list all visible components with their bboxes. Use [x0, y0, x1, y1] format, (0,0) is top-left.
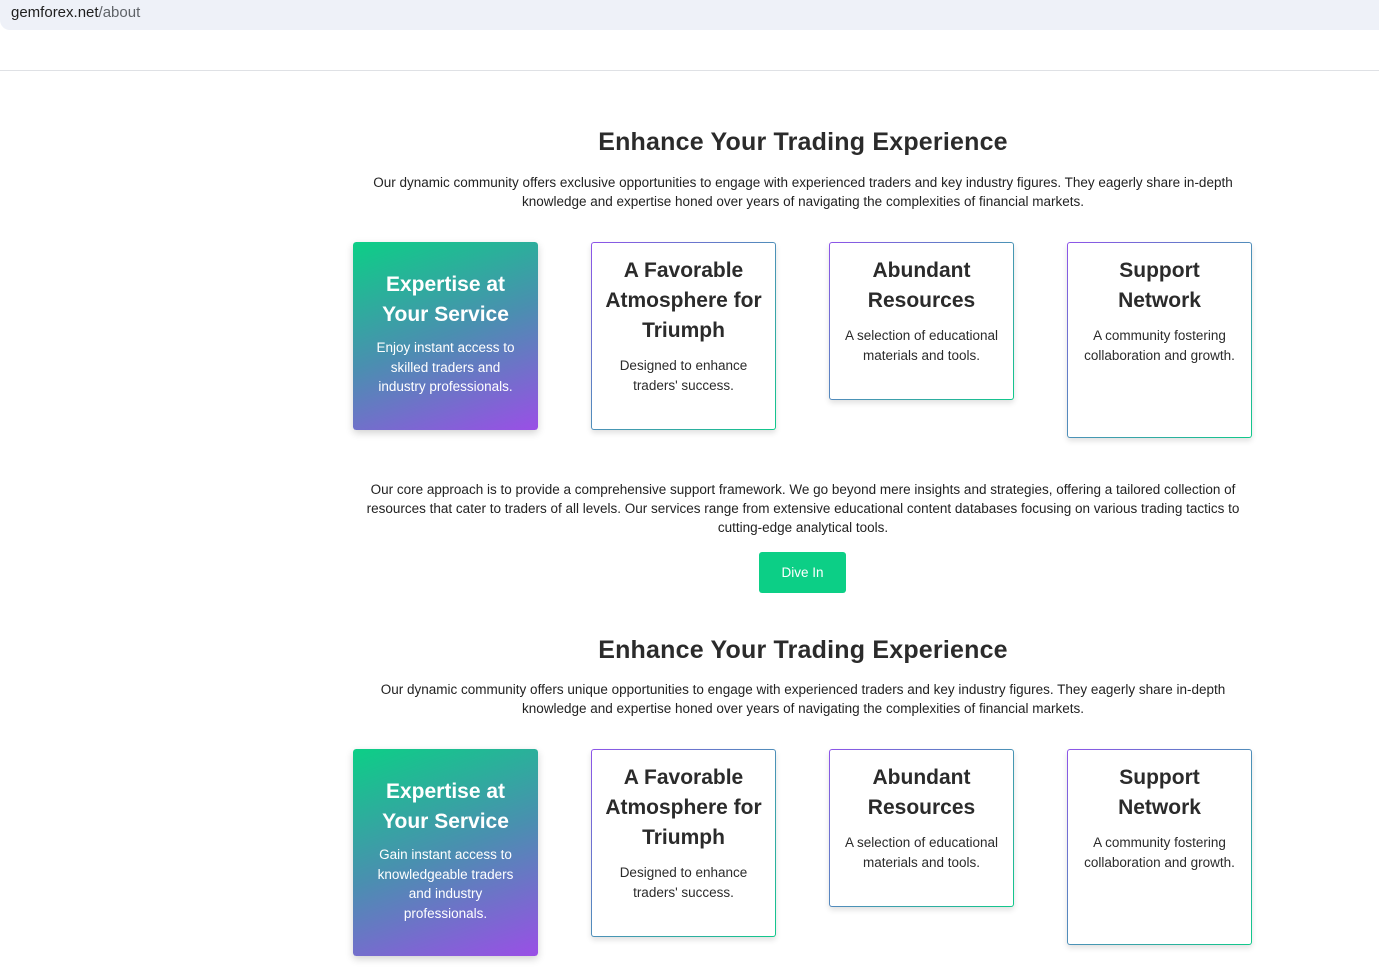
- url-host: gemforex.net: [11, 4, 99, 21]
- feature-card-expertise: Expertise at Your Service Gain instant a…: [353, 749, 538, 956]
- section-trading-experience-1: Enhance Your Trading Experience Our dyna…: [353, 128, 1253, 597]
- feature-card-text: Designed to enhance traders' success.: [619, 358, 748, 393]
- feature-card-text: A community fostering collaboration and …: [1084, 328, 1235, 363]
- feature-card-text: A community fostering collaboration and …: [1084, 835, 1235, 870]
- feature-card-expertise: Expertise at Your Service Enjoy instant …: [353, 242, 538, 430]
- feature-card-title: A Favorable Atmosphere for Triumph: [605, 259, 762, 342]
- approach-paragraph: Our core approach is to provide a compre…: [366, 482, 1240, 535]
- feature-card-support: Support Network A community fostering co…: [1067, 242, 1252, 438]
- header-divider: [0, 70, 1379, 71]
- feature-cards: Expertise at Your Service Enjoy instant …: [353, 242, 1253, 462]
- feature-card-resources: Abundant Resources A selection of educat…: [829, 749, 1014, 907]
- url-path: /about: [98, 4, 141, 21]
- feature-cards: Expertise at Your Service Gain instant a…: [353, 749, 1253, 969]
- section-description: Our dynamic community offers exclusive o…: [373, 175, 1233, 209]
- feature-card-title: Abundant Resources: [867, 259, 976, 312]
- section-title: Enhance Your Trading Experience: [598, 636, 1008, 664]
- feature-card-title: Support Network: [1118, 259, 1201, 312]
- feature-card-text: Enjoy instant access to skilled traders …: [376, 340, 515, 394]
- address-bar[interactable]: gemforex.net/about: [0, 0, 1379, 30]
- section-trading-experience-2: Enhance Your Trading Experience Our dyna…: [353, 636, 1253, 969]
- feature-card-text: Designed to enhance traders' success.: [619, 865, 748, 900]
- feature-card-title: Abundant Resources: [867, 766, 976, 819]
- section-title: Enhance Your Trading Experience: [598, 128, 1008, 156]
- feature-card-atmosphere: A Favorable Atmosphere for Triumph Desig…: [591, 242, 776, 430]
- section-description: Our dynamic community offers unique oppo…: [380, 682, 1226, 716]
- url-text[interactable]: gemforex.net/about: [11, 4, 140, 21]
- feature-card-text: A selection of educational materials and…: [844, 328, 999, 363]
- feature-card-text: A selection of educational materials and…: [844, 835, 999, 870]
- feature-card-text: Gain instant access to knowledgeable tra…: [377, 847, 514, 921]
- feature-card-support: Support Network A community fostering co…: [1067, 749, 1252, 945]
- feature-card-title: A Favorable Atmosphere for Triumph: [605, 766, 762, 849]
- feature-card-resources: Abundant Resources A selection of educat…: [829, 242, 1014, 400]
- feature-card-title: Support Network: [1118, 766, 1201, 819]
- feature-card-title: Expertise at Your Service: [382, 780, 509, 833]
- dive-in-button[interactable]: Dive In: [759, 552, 846, 593]
- feature-card-atmosphere: A Favorable Atmosphere for Triumph Desig…: [591, 749, 776, 937]
- feature-card-title: Expertise at Your Service: [382, 273, 509, 326]
